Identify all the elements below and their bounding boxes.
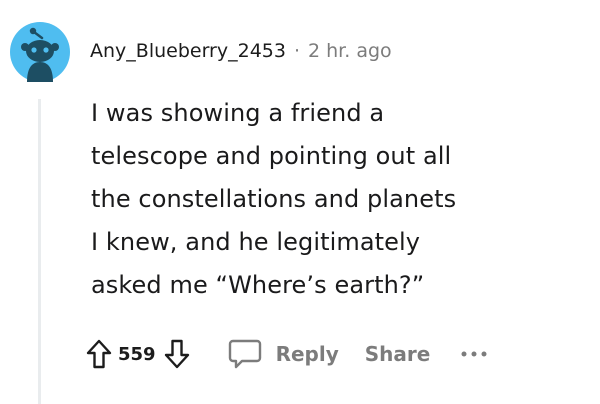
more-options-icon[interactable] — [460, 350, 488, 358]
comment-meta: Any_Blueberry_2453 · 2 hr. ago — [90, 36, 392, 66]
reply-label: Reply — [275, 342, 339, 366]
vote-score: 559 — [118, 343, 156, 365]
upvote-arrow-icon[interactable] — [86, 339, 112, 369]
comment-body-line: telescope and pointing out all — [91, 142, 452, 170]
comment-body-line: the constellations and planets — [91, 185, 457, 213]
speech-bubble-icon — [228, 338, 262, 370]
author-username[interactable]: Any_Blueberry_2453 — [90, 40, 286, 62]
comment-body-line: asked me “Where’s earth?” — [91, 271, 425, 299]
share-button[interactable]: Share — [365, 342, 431, 366]
comment-body-line: I knew, and he legitimately — [91, 228, 421, 256]
snoo-avatar-icon[interactable] — [8, 20, 72, 84]
comment-actions: 559 Reply Share — [86, 334, 488, 374]
meta-separator: · — [293, 40, 301, 62]
thread-line[interactable] — [38, 99, 41, 404]
comment-body: I was showing a friend a telescope and p… — [91, 92, 561, 307]
downvote-arrow-icon[interactable] — [164, 339, 190, 369]
comment-body-line: I was showing a friend a — [91, 99, 385, 127]
reply-button[interactable]: Reply — [228, 338, 339, 370]
comment-timestamp[interactable]: 2 hr. ago — [308, 40, 392, 62]
